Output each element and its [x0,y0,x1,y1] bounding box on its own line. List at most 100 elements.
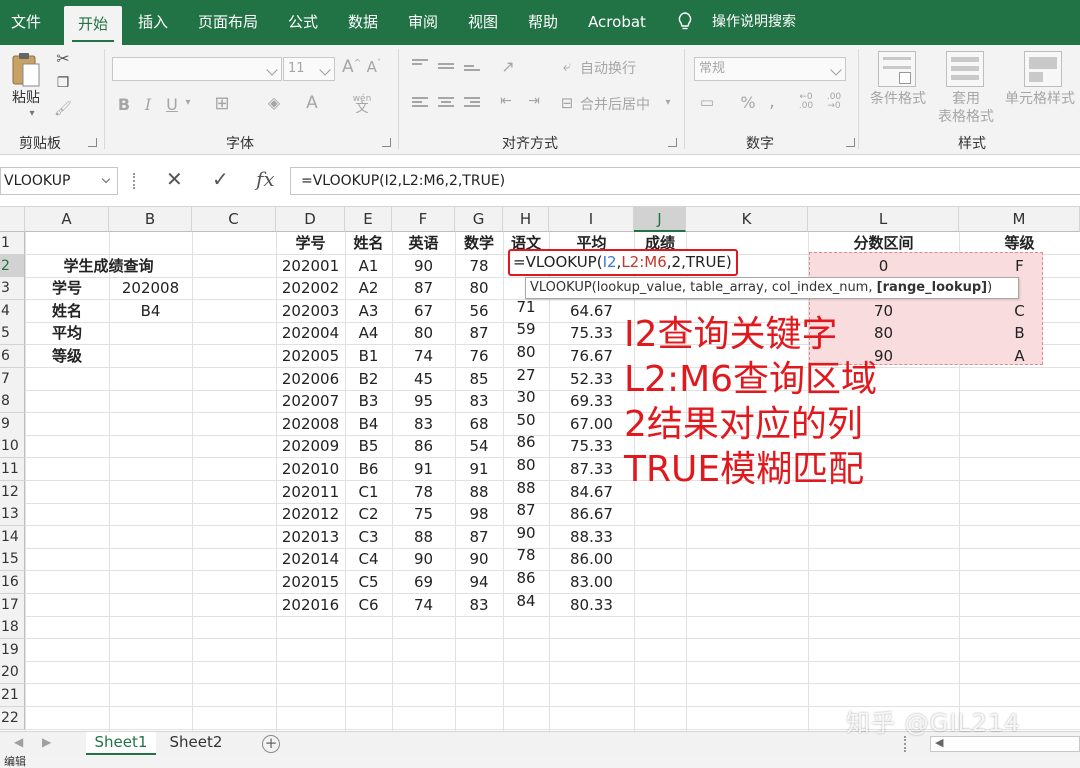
merge-center-icon[interactable]: ⊟ [558,94,576,112]
student-name-cell[interactable]: B6 [346,458,391,480]
increase-indent-icon[interactable]: ⇥ [522,93,546,109]
chinese-score-cell[interactable]: 50 [504,409,548,431]
student-id-cell[interactable]: 202005 [277,345,344,367]
column-header-f[interactable]: F [392,207,455,232]
math-score-cell[interactable]: 76 [456,345,502,367]
paste-dropdown-icon[interactable]: ▾ [22,105,42,123]
font-launcher-icon[interactable] [382,138,391,147]
worksheet-grid[interactable]: A B C D E F G H I J K L M 1 2 3 4 5 6 7 8 9 10 11 12 13 14 15 16 17 18… [0,207,1080,731]
align-top-icon[interactable] [412,59,428,71]
column-title[interactable]: 姓名 [346,232,391,254]
alignment-launcher-icon[interactable] [668,138,677,147]
formula-bar-grip[interactable] [133,173,137,189]
chinese-score-cell[interactable]: 86 [504,431,548,453]
english-score-cell[interactable]: 69 [393,571,454,593]
grade-header[interactable]: 等级 [960,232,1079,254]
student-name-cell[interactable]: A1 [346,255,391,277]
wrap-text-icon[interactable]: ⤶ [558,57,576,75]
math-score-cell[interactable]: 87 [456,322,502,344]
math-score-cell[interactable]: 87 [456,526,502,548]
column-header-a[interactable]: A [25,207,109,232]
horizontal-scrollbar[interactable]: ◀ [930,736,1080,752]
student-id-cell[interactable]: 202010 [277,458,344,480]
phonetic-icon[interactable]: wén 文 [350,94,374,115]
select-all-corner[interactable] [0,207,25,232]
percent-style-button[interactable]: % [740,93,756,112]
math-score-cell[interactable]: 91 [456,458,502,480]
english-score-cell[interactable]: 80 [393,322,454,344]
decrease-font-icon[interactable]: Aˇ [366,58,382,76]
column-title[interactable]: 学号 [277,232,344,254]
align-center-icon[interactable] [438,97,454,109]
enter-button[interactable]: ✓ [212,167,229,191]
math-score-cell[interactable]: 85 [456,368,502,390]
chinese-score-cell[interactable]: 90 [504,522,548,544]
student-id-cell[interactable]: 202004 [277,322,344,344]
student-name-cell[interactable]: A3 [346,300,391,322]
average-score-cell[interactable]: 88.33 [550,526,633,548]
name-label[interactable]: 姓名 [26,300,108,322]
math-score-cell[interactable]: 54 [456,435,502,457]
font-name-combo[interactable] [112,57,282,81]
english-score-cell[interactable]: 90 [393,548,454,570]
english-score-cell[interactable]: 91 [393,458,454,480]
row-header[interactable]: 11 [0,458,25,481]
student-id-cell[interactable]: 202012 [277,503,344,525]
average-score-cell[interactable]: 69.33 [550,390,633,412]
align-bottom-icon[interactable] [464,65,480,77]
math-score-cell[interactable]: 80 [456,277,502,299]
row-header[interactable]: 13 [0,503,25,527]
student-id-cell[interactable]: 202016 [277,594,344,616]
underline-button[interactable]: U [164,95,180,114]
chinese-score-cell[interactable]: 80 [504,454,548,476]
lookup-title[interactable]: 学生成绩查询 [26,255,191,277]
column-header-e[interactable]: E [345,207,392,232]
math-score-cell[interactable]: 94 [456,571,502,593]
merge-center-button[interactable]: 合并后居中 [580,96,652,114]
column-header-i[interactable]: I [549,207,634,232]
english-score-cell[interactable]: 67 [393,300,454,322]
column-header-b[interactable]: B [109,207,192,232]
chinese-score-cell[interactable]: 30 [504,386,548,408]
row-header[interactable]: 22 [0,706,25,730]
clipboard-launcher-icon[interactable] [88,138,97,147]
average-score-cell[interactable]: 86.00 [550,548,633,570]
student-id-cell[interactable]: 202014 [277,548,344,570]
student-id-cell[interactable]: 202006 [277,368,344,390]
grade-label[interactable]: 等级 [26,345,108,367]
average-score-cell[interactable]: 86.67 [550,503,633,525]
chinese-score-cell[interactable]: 88 [504,477,548,499]
column-header-next[interactable] [1059,207,1080,232]
chinese-score-cell[interactable]: 84 [504,590,548,612]
english-score-cell[interactable]: 87 [393,277,454,299]
student-id-cell[interactable]: 202011 [277,481,344,503]
tab-help[interactable]: 帮助 [516,0,570,45]
score-range-header[interactable]: 分数区间 [809,232,958,254]
sheet-tab-sheet2[interactable]: Sheet2 [160,732,232,755]
row-header[interactable]: 3 [0,277,25,301]
average-label[interactable]: 平均 [26,322,108,344]
student-name-cell[interactable]: A2 [346,277,391,299]
row-header[interactable]: 17 [0,593,25,617]
tab-view[interactable]: 视图 [456,0,510,45]
align-right-icon[interactable] [464,97,480,109]
grade-value-cell[interactable]: F [960,255,1079,277]
tab-review[interactable]: 审阅 [396,0,450,45]
student-name-cell[interactable]: B3 [346,390,391,412]
format-as-table-button[interactable]: 套用 表格格式 [930,90,1002,126]
student-id-cell[interactable]: 202003 [277,300,344,322]
id-value[interactable]: 202008 [110,277,191,299]
math-score-cell[interactable]: 83 [456,390,502,412]
grade-value-cell[interactable]: A [960,345,1079,367]
conditional-formatting-icon[interactable] [878,51,916,87]
student-id-cell[interactable]: 202001 [277,255,344,277]
conditional-formatting-button[interactable]: 条件格式 [862,90,934,108]
average-score-cell[interactable]: 75.33 [550,435,633,457]
student-name-cell[interactable]: B4 [346,413,391,435]
chinese-score-cell[interactable]: 87 [504,499,548,521]
row-header[interactable]: 14 [0,525,25,549]
row-header[interactable]: 21 [0,684,25,707]
decrease-indent-icon[interactable]: ⇤ [494,93,518,109]
tab-acrobat[interactable]: Acrobat [578,0,656,45]
english-score-cell[interactable]: 75 [393,503,454,525]
